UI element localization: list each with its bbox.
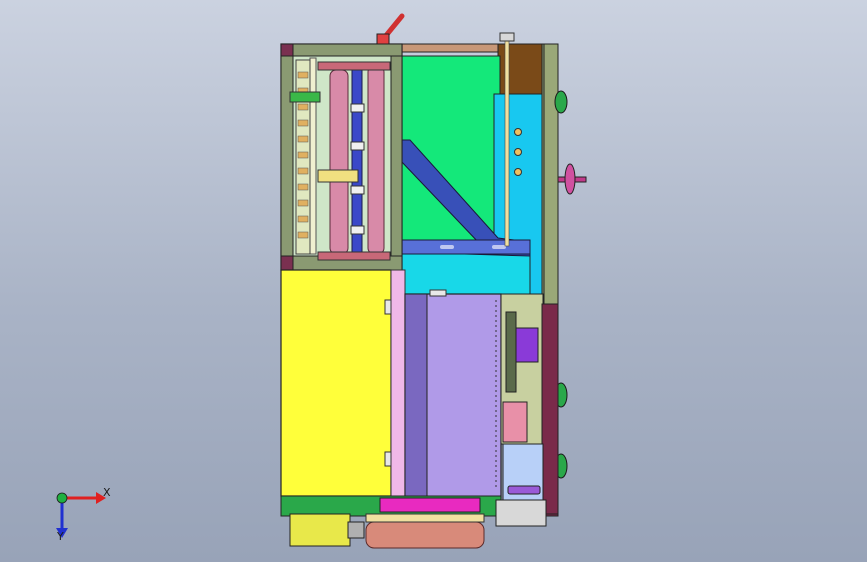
triad-origin xyxy=(56,492,68,504)
motor-shaft xyxy=(347,521,365,539)
top-horizontal-bar xyxy=(397,43,499,53)
roller-pink-2 xyxy=(367,65,385,255)
green-roller-band xyxy=(289,91,321,103)
cad-viewport[interactable]: X Y xyxy=(0,0,867,562)
cyan-panel-hole-1 xyxy=(514,128,522,136)
frame-top-beam xyxy=(280,43,403,57)
handwheel xyxy=(564,163,576,195)
cyan-panel-hole-2 xyxy=(514,148,522,156)
roller-clamp-1 xyxy=(350,103,365,113)
lower-right-rail xyxy=(541,303,559,515)
right-rail-upper xyxy=(543,43,559,305)
roller-shaft-1 xyxy=(309,57,317,255)
gear-stack xyxy=(505,311,517,393)
roller-clamp-4 xyxy=(350,225,365,235)
roller-top-bar xyxy=(317,61,391,71)
frame-post-right xyxy=(390,43,403,271)
roller-pink-1 xyxy=(329,69,349,255)
roller-cross-bar xyxy=(317,169,359,183)
bottom-roller-band xyxy=(365,513,485,523)
frame-post-left xyxy=(280,43,294,271)
frame-corner-bl xyxy=(280,255,294,271)
pink-block xyxy=(502,401,528,443)
green-knob-top xyxy=(554,90,568,114)
y-axis-label: Y xyxy=(57,530,64,543)
rod-top-clamp xyxy=(499,32,515,42)
red-lever-base xyxy=(376,33,390,45)
bracket-slot-1 xyxy=(440,245,454,249)
bottom-right-bracket xyxy=(495,499,547,527)
cabinet-top-tab xyxy=(429,289,447,297)
pink-strip xyxy=(390,269,406,497)
bottom-motor xyxy=(289,513,351,547)
purple-cabinet-side xyxy=(404,293,428,499)
bottom-roller xyxy=(365,521,485,549)
roller-clamp-2 xyxy=(350,141,365,151)
frame-corner-tl xyxy=(280,43,294,57)
roller-clamp-3 xyxy=(350,185,365,195)
top-brown-block xyxy=(497,43,543,95)
cyan-panel-hole-3 xyxy=(514,168,522,176)
bracket-slot-2 xyxy=(492,245,506,249)
vertical-rod xyxy=(504,35,510,247)
bracket-base-plate xyxy=(401,239,531,255)
x-axis-label: X xyxy=(103,486,111,499)
yellow-panel xyxy=(280,269,392,497)
roller-bottom-bar xyxy=(317,251,391,261)
machine-assembly-model[interactable] xyxy=(0,0,867,562)
purple-slider xyxy=(507,485,541,495)
bottom-magenta-bar xyxy=(379,497,481,513)
